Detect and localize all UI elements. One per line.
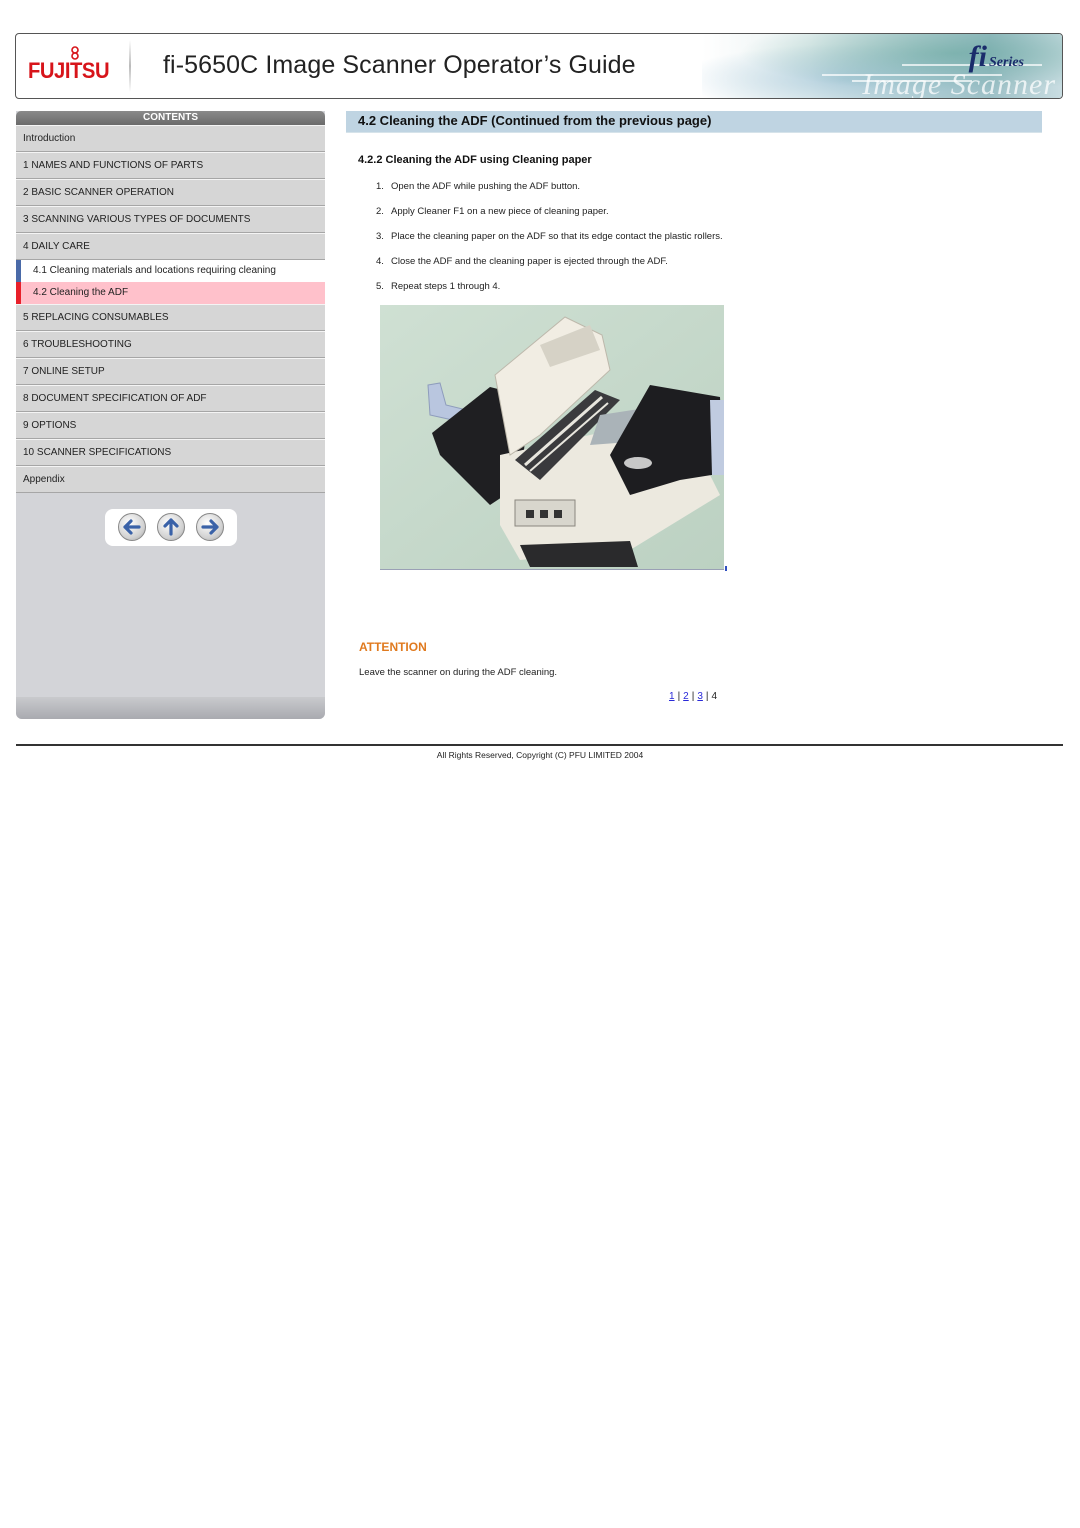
photo-link-underline xyxy=(725,566,727,571)
sidebar-item-names-and-functions[interactable]: 1 NAMES AND FUNCTIONS OF PARTS xyxy=(16,152,325,179)
step-item: 4. Close the ADF and the cleaning paper i… xyxy=(376,256,668,267)
brand-name: FUJITSU xyxy=(28,58,110,83)
next-page-button[interactable] xyxy=(196,513,224,541)
contents-sidebar: CONTENTS Introduction 1 NAMES AND FUNCTI… xyxy=(16,111,325,719)
current-page: 4 xyxy=(711,691,718,702)
sidebar-item-scanner-specifications[interactable]: 10 SCANNER SPECIFICATIONS xyxy=(16,439,325,466)
page-link-3[interactable]: 3 xyxy=(697,691,703,702)
scanner-photo xyxy=(380,305,724,570)
sidebar-footer xyxy=(16,697,325,719)
cleaning-steps-list: 1. Open the ADF while pushing the ADF but… xyxy=(376,180,723,305)
attention-heading: ATTENTION xyxy=(359,640,427,654)
sidebar-item-appendix[interactable]: Appendix xyxy=(16,466,325,493)
page-link-1[interactable]: 1 xyxy=(669,691,675,702)
copyright-text: All Rights Reserved, Copyright (C) PFU L… xyxy=(436,750,644,760)
step-item: 1. Open the ADF while pushing the ADF but… xyxy=(376,181,581,192)
sidebar-item-introduction[interactable]: Introduction xyxy=(16,125,325,152)
step-item: 2. Apply Cleaner F1 on a new piece of cle… xyxy=(376,206,609,217)
page-title: fi-5650C Image Scanner Operator’s Guide xyxy=(163,51,636,79)
step-item: 5. Repeat steps 1 through 4. xyxy=(376,281,501,292)
arrow-left-icon xyxy=(123,519,141,535)
sidebar-item-basic-operation[interactable]: 2 BASIC SCANNER OPERATION xyxy=(16,179,325,206)
sidebar-item-document-specification[interactable]: 8 DOCUMENT SPECIFICATION OF ADF xyxy=(16,385,325,412)
sidebar-item-scanning-documents[interactable]: 3 SCANNING VARIOUS TYPES OF DOCUMENTS xyxy=(16,206,325,233)
pager-separator: | xyxy=(705,691,709,702)
header-banner: FUJITSU fi-5650C Image Scanner Operator’… xyxy=(15,33,1063,99)
sidebar-item-online-setup[interactable]: 7 ONLINE SETUP xyxy=(16,358,325,385)
footer-divider xyxy=(16,744,1063,746)
fujitsu-logo: FUJITSU xyxy=(28,46,116,88)
section-header-bar: 4.2 Cleaning the ADF (Continued from the… xyxy=(346,111,1042,133)
scanner-illustration xyxy=(380,305,724,569)
page-link-2[interactable]: 2 xyxy=(683,691,689,702)
sidebar-item-daily-care[interactable]: 4 DAILY CARE xyxy=(16,233,325,260)
fi-series-badge: fi Series xyxy=(968,40,1024,73)
top-page-button[interactable] xyxy=(157,513,185,541)
previous-page-button[interactable] xyxy=(118,513,146,541)
subsection-title: 4.2.2 Cleaning the ADF using Cleaning pa… xyxy=(358,154,592,166)
arrow-up-icon xyxy=(163,518,179,536)
step-item: 3. Place the cleaning paper on the ADF so… xyxy=(376,231,723,242)
header-divider xyxy=(129,40,131,92)
sidebar-subitem-cleaning-materials[interactable]: 4.1 Cleaning materials and locations req… xyxy=(16,260,325,282)
page-pager: 1 | 2 | 3 | 4 xyxy=(669,691,717,702)
pager-separator: | xyxy=(677,691,681,702)
contents-header: CONTENTS xyxy=(16,111,325,125)
section-title: 4.2 Cleaning the ADF (Continued from the… xyxy=(358,113,712,128)
pager-separator: | xyxy=(691,691,695,702)
banner-artwork: Image Scanner fi Series xyxy=(702,34,1062,98)
page-navigation-buttons xyxy=(105,509,237,546)
arrow-right-icon xyxy=(201,519,219,535)
sidebar-subitem-cleaning-adf-active[interactable]: 4.2 Cleaning the ADF xyxy=(16,282,325,304)
attention-text: Leave the scanner on during the ADF clea… xyxy=(359,667,558,678)
sidebar-item-troubleshooting[interactable]: 6 TROUBLESHOOTING xyxy=(16,331,325,358)
banner-art-text: Image Scanner xyxy=(862,68,1056,99)
sidebar-item-replacing-consumables[interactable]: 5 REPLACING CONSUMABLES xyxy=(16,304,325,331)
sidebar-item-options[interactable]: 9 OPTIONS xyxy=(16,412,325,439)
